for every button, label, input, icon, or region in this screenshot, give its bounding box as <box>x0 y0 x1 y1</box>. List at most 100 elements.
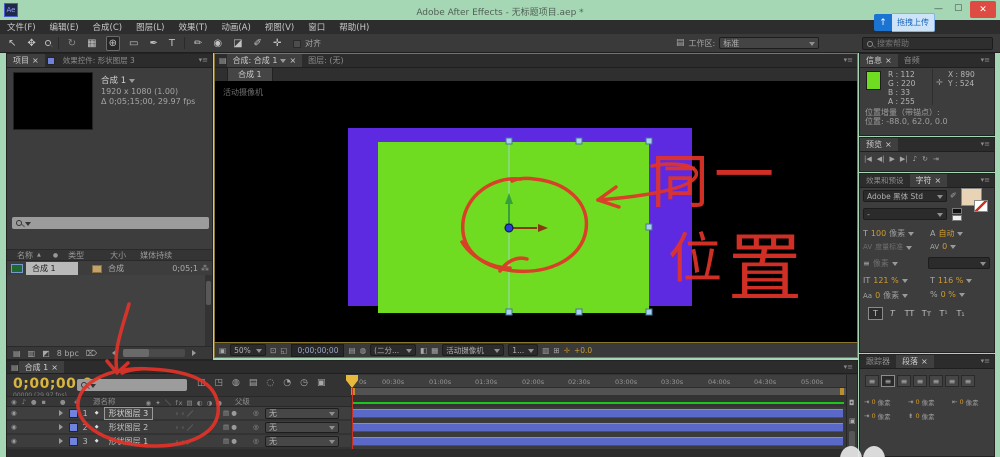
column-size[interactable]: 大小 <box>110 250 126 261</box>
menu-layer[interactable]: 图层(L) <box>129 21 171 33</box>
close-icon[interactable]: × <box>935 176 942 185</box>
first-frame-button[interactable]: |◀ <box>864 155 872 163</box>
tab-tracker[interactable]: 跟踪器 <box>860 355 896 368</box>
parent-column[interactable]: 父级 <box>235 396 250 407</box>
project-item-name[interactable]: 合成 1 <box>26 262 78 275</box>
menu-animation[interactable]: 动画(A) <box>214 21 257 33</box>
close-icon[interactable]: × <box>885 56 892 65</box>
green-shape-layer-selected[interactable] <box>509 142 649 313</box>
kerning-value[interactable]: 度量标准 <box>875 242 903 252</box>
layer-row[interactable]: ◉ 2 ◆ 形状图层 2 ◦ ◦ ／ ▤ ● ◎ 无 <box>7 421 351 434</box>
exposure-value[interactable]: +0.0 <box>574 346 592 355</box>
audio-icon[interactable]: ♪ <box>22 398 26 406</box>
transparency-grid-icon[interactable]: ◱ <box>280 346 287 355</box>
horizontal-scale-control[interactable]: T 116 % <box>930 276 972 285</box>
help-search[interactable] <box>862 37 993 50</box>
layer-row[interactable]: ◉ 1 ◆ 形状图层 3 ◦ ◦ ／ ▤ ● ◎ 无 <box>7 407 351 420</box>
justify-all-button[interactable]: ≡ <box>961 375 975 387</box>
resolution-dropdown[interactable]: (二分... <box>370 344 416 356</box>
first-line-indent-value[interactable]: 0 <box>915 398 919 406</box>
snap-checkbox[interactable] <box>293 40 301 48</box>
always-preview-icon[interactable]: ▣ <box>219 346 226 355</box>
chevron-down-icon[interactable] <box>280 59 286 66</box>
panel-menu-icon[interactable]: ▾≡ <box>840 361 857 373</box>
justify-last-right-button[interactable]: ≡ <box>945 375 959 387</box>
quality-icon[interactable]: ◆ <box>95 438 99 444</box>
chevron-down-icon[interactable] <box>959 293 965 300</box>
tab-audio[interactable]: 音频 <box>898 54 926 67</box>
twirl-icon[interactable] <box>59 424 63 430</box>
type-tool-icon[interactable]: T <box>167 37 177 50</box>
channels-icon[interactable]: ◍ <box>360 346 367 355</box>
puppet-pin-tool-icon[interactable]: ✛ <box>271 37 283 50</box>
reset-exposure-icon[interactable]: ⊞ <box>553 346 559 355</box>
tab-timeline-comp[interactable]: 合成 1× <box>19 361 64 373</box>
layer-bar[interactable] <box>353 423 843 432</box>
shy-layers-icon[interactable]: ◍ <box>232 378 240 388</box>
layer-name[interactable]: 形状图层 2 <box>105 422 153 433</box>
footer-scrollbar[interactable] <box>123 349 185 357</box>
guides-icon[interactable]: ◧ <box>420 346 427 355</box>
prev-frame-button[interactable]: ◀| <box>877 155 885 163</box>
comp-button-icon[interactable]: ▣ <box>849 417 856 425</box>
empty-dropdown[interactable] <box>928 257 990 269</box>
snapshot-icon[interactable]: ▤ <box>348 346 355 355</box>
proportional-spacing-control[interactable]: % 0 % <box>930 290 965 299</box>
green-shape-layer-left[interactable] <box>378 142 509 313</box>
baseline-shift-control[interactable]: Aa 0 像素 <box>863 290 908 301</box>
project-search[interactable] <box>12 217 209 229</box>
chevron-down-icon[interactable] <box>908 232 914 239</box>
parent-pickwhip-icon[interactable]: ◎ <box>253 409 259 417</box>
layer-color-chip[interactable] <box>69 437 78 446</box>
maximize-icon[interactable]: ▢ <box>954 3 963 13</box>
parent-pickwhip-icon[interactable]: ◎ <box>253 423 259 431</box>
work-area-bar[interactable] <box>351 388 846 395</box>
timeline-search-input[interactable] <box>99 381 183 390</box>
solo-icon[interactable]: ● <box>31 398 37 406</box>
label-column-icon[interactable]: ● <box>60 398 66 406</box>
time-ruler[interactable]: 0s 00:30s 01:00s 01:30s 02:00s 02:30s 03… <box>351 375 846 388</box>
graph-editor-icon[interactable]: ◷ <box>300 378 308 388</box>
chevron-down-icon[interactable] <box>902 279 908 286</box>
source-name-column[interactable]: 源名称 <box>93 396 116 407</box>
scroll-left-icon[interactable] <box>112 350 116 356</box>
chevron-down-icon[interactable] <box>906 246 912 253</box>
indent-left-control[interactable]: ⇥ 0 像素 <box>864 397 891 407</box>
comp-subtab[interactable]: 合成 1 <box>227 67 273 82</box>
frame-blending-icon[interactable]: ▤ <box>249 378 258 388</box>
space-after-control[interactable]: ⇟ 0 像素 <box>908 411 935 421</box>
panel-menu-icon[interactable]: ▾≡ <box>977 54 994 67</box>
project-item-row[interactable]: 合成 1 合成 0;05;1 ⁂ <box>7 262 212 275</box>
shape-tool-icon[interactable]: ▭ <box>127 37 140 50</box>
space-before-control[interactable]: ⇥ 0 像素 <box>864 411 891 421</box>
all-caps-button[interactable]: TT <box>902 307 917 320</box>
kerning-control[interactable]: AV 度量标准 <box>863 242 912 252</box>
column-media-duration[interactable]: 媒体持续 <box>140 250 172 261</box>
eye-icon[interactable]: ◉ <box>11 409 17 417</box>
leading-control[interactable]: A 自动 <box>930 228 963 239</box>
eye-icon[interactable]: ◉ <box>11 437 17 445</box>
align-left-button[interactable]: ≡ <box>865 375 879 387</box>
close-button[interactable]: ✕ <box>970 1 996 18</box>
tab-character[interactable]: 字符× <box>910 174 948 187</box>
project-scrollbar[interactable] <box>205 275 212 346</box>
layer-switches[interactable]: ◦ ◦ ／ <box>175 422 193 432</box>
view-layout-dropdown[interactable]: 1... <box>508 344 538 356</box>
menu-edit[interactable]: 编辑(E) <box>43 21 86 33</box>
menu-window[interactable]: 窗口 <box>301 21 332 33</box>
panel-menu-icon[interactable]: ▾≡ <box>977 174 994 187</box>
auto-keyframe-icon[interactable]: ◔ <box>283 378 291 388</box>
interpret-footage-icon[interactable]: ◩ <box>42 349 50 358</box>
brush-tool-icon[interactable]: ✏ <box>192 37 204 50</box>
space-after-value[interactable]: 0 <box>915 412 919 420</box>
panel-menu-icon[interactable]: ▾≡ <box>977 138 994 151</box>
parent-dropdown[interactable]: 无 <box>265 408 339 419</box>
baseline-shift-value[interactable]: 0 <box>875 291 880 300</box>
project-search-input[interactable] <box>34 219 205 228</box>
pen-tool-icon[interactable]: ✒ <box>147 37 159 50</box>
column-name[interactable]: 名称 <box>17 250 33 261</box>
ram-preview-button[interactable]: ⇥ <box>933 155 939 163</box>
hand-tool-icon[interactable]: ✥ <box>25 37 37 50</box>
menu-help[interactable]: 帮助(H) <box>332 21 376 33</box>
audio-toggle-button[interactable]: ♪ <box>913 155 917 163</box>
